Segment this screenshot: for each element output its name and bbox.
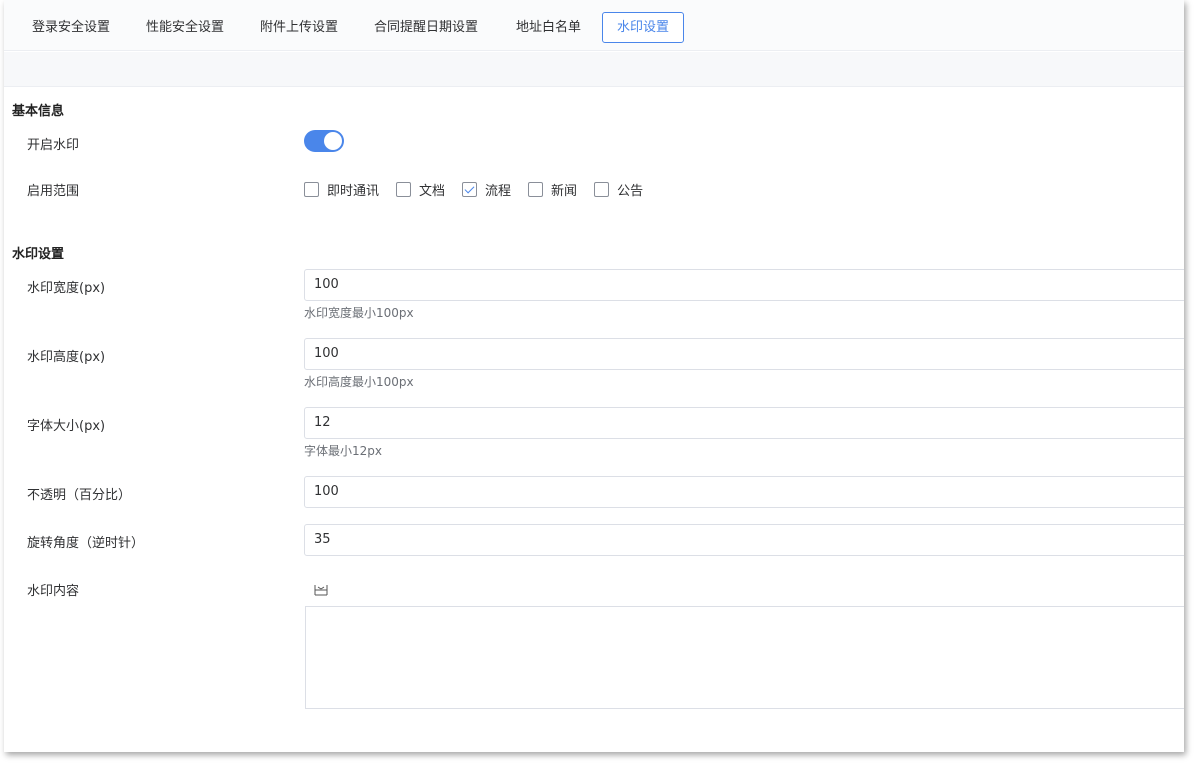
checkbox-label: 文档 (419, 183, 446, 199)
watermark-width-input[interactable]: 100 (304, 269, 1184, 301)
checkbox-label: 流程 (485, 183, 512, 199)
watermark-content-label: 水印内容 (27, 584, 80, 599)
scope-option-news[interactable]: 新闻 (528, 180, 577, 199)
checkbox-checked[interactable] (462, 181, 478, 197)
font-size-label: 字体大小(px) (27, 419, 106, 434)
scope-checkbox-group: 即时通讯 文档 流程 新闻 公告 (304, 180, 660, 199)
toggle-knob (324, 132, 342, 150)
settings-window: 登录安全设置 性能安全设置 附件上传设置 合同提醒日期设置 地址白名单 水印设置… (4, 0, 1184, 752)
watermark-content-editor[interactable] (305, 606, 1184, 709)
font-size-hint: 字体最小12px (304, 444, 382, 458)
toolbar-strip (4, 52, 1184, 87)
insert-row-icon[interactable] (313, 582, 329, 598)
scope-label: 启用范围 (27, 184, 80, 199)
watermark-height-label: 水印高度(px) (27, 350, 106, 365)
enable-watermark-label: 开启水印 (27, 138, 80, 153)
tab-bar: 登录安全设置 性能安全设置 附件上传设置 合同提醒日期设置 地址白名单 水印设置 (4, 0, 1184, 51)
watermark-width-hint: 水印宽度最小100px (304, 306, 414, 320)
checkbox-label: 公告 (617, 183, 644, 199)
scope-option-announcement[interactable]: 公告 (594, 180, 643, 199)
section-title-basic: 基本信息 (12, 104, 65, 119)
font-size-input[interactable]: 12 (304, 407, 1184, 439)
tab-watermark[interactable]: 水印设置 (602, 12, 685, 43)
checkbox[interactable] (304, 181, 319, 197)
section-title-watermark: 水印设置 (12, 247, 65, 262)
scope-option-im[interactable]: 即时通讯 (304, 180, 379, 199)
opacity-label: 不透明（百分比） (27, 488, 132, 503)
checkbox-label: 新闻 (551, 183, 578, 199)
scope-option-workflow[interactable]: 流程 (462, 180, 511, 199)
watermark-height-hint: 水印高度最小100px (304, 375, 414, 389)
checkbox[interactable] (396, 181, 412, 197)
tab-attachment-upload[interactable]: 附件上传设置 (246, 12, 352, 43)
opacity-input[interactable]: 100 (304, 476, 1184, 508)
tab-address-whitelist[interactable]: 地址白名单 (502, 12, 595, 43)
checkbox[interactable] (528, 181, 544, 197)
enable-watermark-toggle[interactable] (304, 130, 344, 152)
rotation-label: 旋转角度（逆时针） (27, 536, 145, 551)
tab-login-security[interactable]: 登录安全设置 (18, 12, 124, 43)
tab-contract-reminder[interactable]: 合同提醒日期设置 (360, 12, 492, 43)
checkbox-label: 即时通讯 (327, 183, 380, 199)
rotation-input[interactable]: 35 (304, 524, 1184, 556)
watermark-height-input[interactable]: 100 (304, 338, 1184, 370)
scope-option-document[interactable]: 文档 (396, 180, 445, 199)
tab-performance-security[interactable]: 性能安全设置 (132, 12, 238, 43)
watermark-width-label: 水印宽度(px) (27, 281, 106, 296)
checkbox[interactable] (594, 181, 610, 197)
